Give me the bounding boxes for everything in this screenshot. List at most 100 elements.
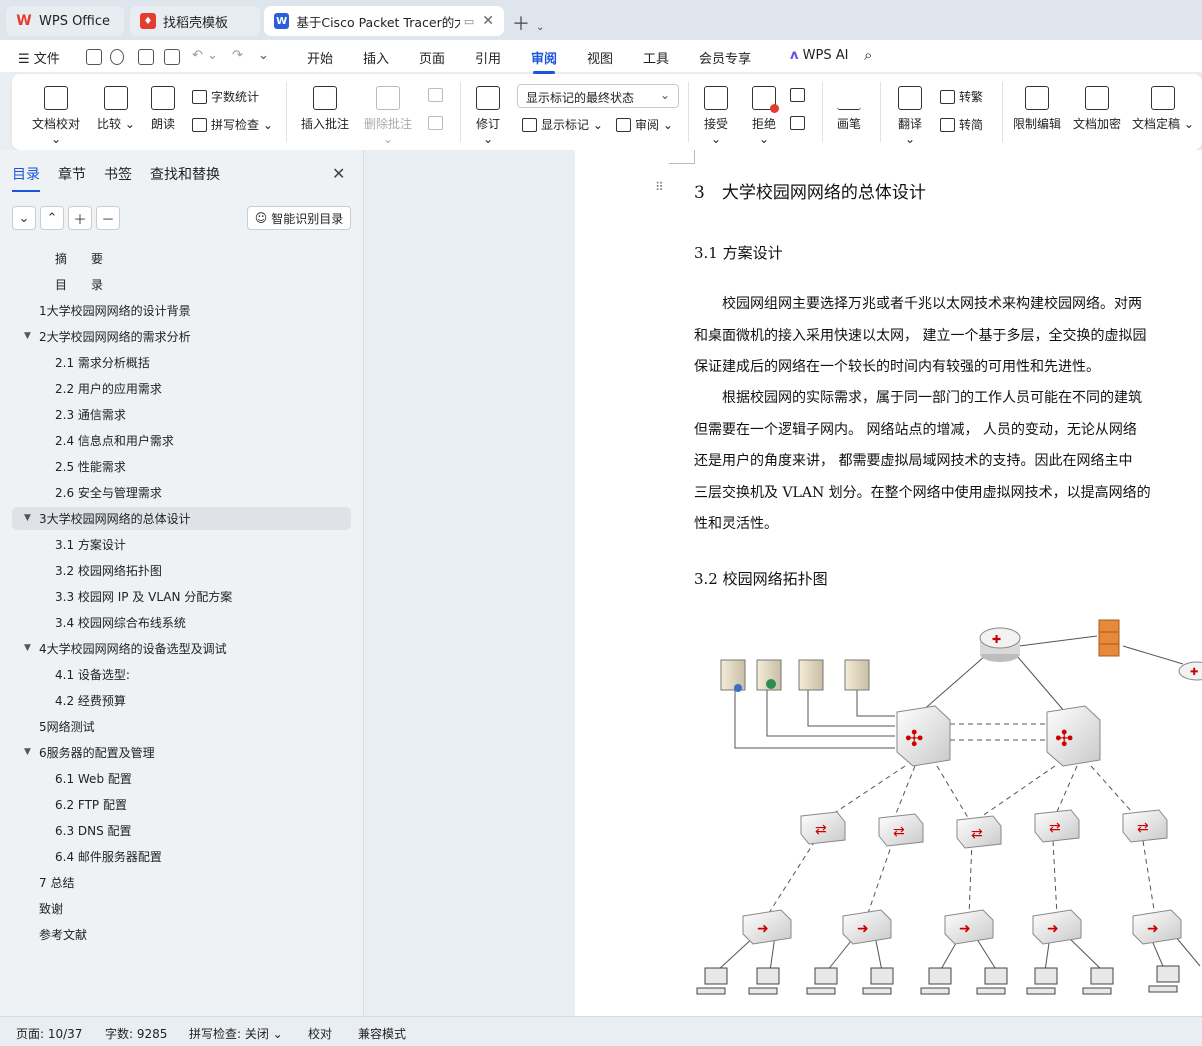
revise-button[interactable]: 修订 ⌄: [470, 86, 506, 146]
finalize-button[interactable]: 文档定稿 ⌄: [1132, 86, 1194, 132]
print-icon[interactable]: [138, 49, 154, 65]
toc-item[interactable]: 4.1 设备选型:: [55, 663, 130, 685]
word-count-button[interactable]: 字数统计: [192, 88, 259, 105]
collapse-all-button[interactable]: ⌄: [12, 206, 36, 230]
tab-current-document[interactable]: W 基于Cisco Packet Tracer的大 ▭ ✕: [264, 6, 504, 36]
toc-item[interactable]: ▼ 4大学校园网网络的设备选型及调试: [24, 637, 227, 659]
word-count[interactable]: 字数: 9285: [105, 1025, 167, 1042]
toc-item[interactable]: 2.1 需求分析概括: [55, 351, 150, 373]
doc-check-button[interactable]: 文档校对 ⌄: [28, 86, 84, 146]
tab-docer-templates[interactable]: ♦ 找稻壳模板: [130, 6, 260, 36]
toc-item[interactable]: 参考文献: [39, 923, 87, 945]
tab-find-replace[interactable]: 查找和替换: [150, 164, 220, 184]
expand-arrow-icon[interactable]: ▼: [24, 643, 31, 653]
print-preview-icon[interactable]: [164, 49, 180, 65]
toc-item[interactable]: 6.3 DNS 配置: [55, 819, 132, 841]
menu-membership[interactable]: 会员专享: [699, 48, 751, 67]
toc-item[interactable]: 6.1 Web 配置: [55, 767, 132, 789]
expand-arrow-icon[interactable]: ▼: [24, 331, 31, 341]
close-pane-icon[interactable]: ✕: [332, 164, 345, 183]
share-icon[interactable]: [110, 49, 124, 65]
document-page[interactable]: ⠿ 3 大学校园网网络的总体设计 3.1 方案设计 校园网组网主要选择万兆或者千…: [575, 150, 1202, 1016]
tab-bookmarks[interactable]: 书签: [104, 164, 132, 184]
read-aloud-button[interactable]: 朗读: [148, 86, 178, 132]
toc-item[interactable]: 5网络测试: [39, 715, 95, 737]
wps-ai-button[interactable]: ʌ WPS AI: [790, 48, 848, 63]
toc-item[interactable]: 3.4 校园网综合布线系统: [55, 611, 186, 633]
toc-item[interactable]: 摘 要: [55, 247, 103, 269]
tab-chapters[interactable]: 章节: [58, 164, 86, 184]
proofread-status[interactable]: 校对: [308, 1025, 332, 1042]
menu-references[interactable]: 引用: [475, 48, 501, 67]
expand-arrow-icon[interactable]: ▼: [24, 513, 31, 523]
smart-toc-button[interactable]: ☺ 智能识别目录: [247, 206, 351, 230]
drag-handle-icon[interactable]: ⠿: [655, 180, 664, 194]
close-tab-icon[interactable]: ✕: [482, 13, 494, 29]
restrict-edit-button[interactable]: 限制编辑: [1012, 86, 1062, 132]
page-count[interactable]: 页面: 10/37: [16, 1025, 82, 1042]
toc-item[interactable]: 2.6 安全与管理需求: [55, 481, 162, 503]
file-menu-label: 文件: [33, 52, 60, 67]
translate-button[interactable]: 翻译 ⌄: [892, 86, 928, 146]
menu-insert[interactable]: 插入: [363, 48, 389, 67]
quick-access-more-icon[interactable]: ⌄: [258, 48, 269, 63]
expand-up-button[interactable]: ⌃: [40, 206, 64, 230]
previous-change-button[interactable]: [790, 88, 809, 102]
reject-button[interactable]: 拒绝 ⌄: [746, 86, 782, 146]
remove-heading-button[interactable]: －: [96, 206, 120, 230]
accept-button[interactable]: 接受 ⌄: [698, 86, 734, 146]
compare-button[interactable]: 比较 ⌄: [96, 86, 136, 132]
toc-item[interactable]: 6.4 邮件服务器配置: [55, 845, 162, 867]
chevron-down-icon[interactable]: ⌄: [536, 22, 544, 33]
add-heading-button[interactable]: ＋: [68, 206, 92, 230]
markup-state-dropdown[interactable]: 显示标记的最终状态 ⌄: [517, 84, 679, 108]
menu-home[interactable]: 开始: [307, 48, 333, 67]
toc-item[interactable]: 2.5 性能需求: [55, 455, 126, 477]
toc-item[interactable]: 6.2 FTP 配置: [55, 793, 127, 815]
pc-icon: [696, 965, 1180, 995]
svg-text:⇄: ⇄: [815, 822, 827, 838]
toc-item[interactable]: ▼ 2大学校园网网络的需求分析: [24, 325, 191, 347]
menu-review[interactable]: 审阅: [531, 48, 557, 74]
next-change-button[interactable]: [790, 116, 809, 130]
toc-item[interactable]: ▼ 3大学校园网网络的总体设计: [24, 507, 191, 529]
toc-item[interactable]: 7 总结: [39, 871, 74, 893]
toc-item[interactable]: 2.2 用户的应用需求: [55, 377, 162, 399]
toc-item[interactable]: 目 录: [55, 273, 103, 295]
toc-item[interactable]: ▼ 6服务器的配置及管理: [24, 741, 155, 763]
menu-view[interactable]: 视图: [587, 48, 613, 67]
spell-check-button[interactable]: 拼写检查 ⌄: [192, 116, 273, 133]
window-icon[interactable]: ▭: [464, 15, 474, 28]
redo-icon[interactable]: ↷: [232, 48, 243, 63]
spell-check-status[interactable]: 拼写检查: 关闭 ⌄: [189, 1025, 283, 1042]
toc-item[interactable]: 2.4 信息点和用户需求: [55, 429, 174, 451]
undo-icon[interactable]: ↶ ⌄: [192, 48, 218, 63]
next-comment-button[interactable]: [428, 116, 447, 130]
expand-arrow-icon[interactable]: ▼: [24, 747, 31, 757]
toc-item[interactable]: 3.2 校园网络拓扑图: [55, 559, 162, 581]
toc-item[interactable]: 4.2 经费预算: [55, 689, 126, 711]
review-pane-button[interactable]: 审阅 ⌄: [616, 116, 673, 133]
delete-comment-button[interactable]: 删除批注 ⌄: [360, 86, 416, 146]
reject-icon: [752, 86, 779, 113]
toc-item[interactable]: 3.3 校园网 IP 及 VLAN 分配方案: [55, 585, 232, 607]
insert-comment-button[interactable]: 插入批注: [300, 86, 350, 132]
to-traditional-button[interactable]: 转繁: [940, 88, 983, 105]
tab-wps-office[interactable]: W WPS Office: [6, 6, 124, 36]
previous-comment-button[interactable]: [428, 88, 447, 102]
toc-item[interactable]: 3.1 方案设计: [55, 533, 126, 555]
search-icon[interactable]: ⌕: [864, 46, 872, 64]
pen-button[interactable]: 画笔: [834, 86, 864, 132]
show-markup-button[interactable]: 显示标记 ⌄: [522, 116, 603, 133]
menu-tools[interactable]: 工具: [643, 48, 669, 67]
new-tab-button[interactable]: ＋ ⌄: [512, 10, 544, 36]
toc-item[interactable]: 致谢: [39, 897, 63, 919]
to-simplified-button[interactable]: 转简: [940, 116, 983, 133]
save-icon[interactable]: [86, 49, 102, 65]
file-menu[interactable]: ☰ 文件: [18, 48, 60, 67]
tab-toc[interactable]: 目录: [12, 164, 40, 192]
encrypt-button[interactable]: 文档加密: [1072, 86, 1122, 132]
menu-page[interactable]: 页面: [419, 48, 445, 67]
toc-item[interactable]: 2.3 通信需求: [55, 403, 126, 425]
toc-item[interactable]: 1大学校园网网络的设计背景: [39, 299, 191, 321]
